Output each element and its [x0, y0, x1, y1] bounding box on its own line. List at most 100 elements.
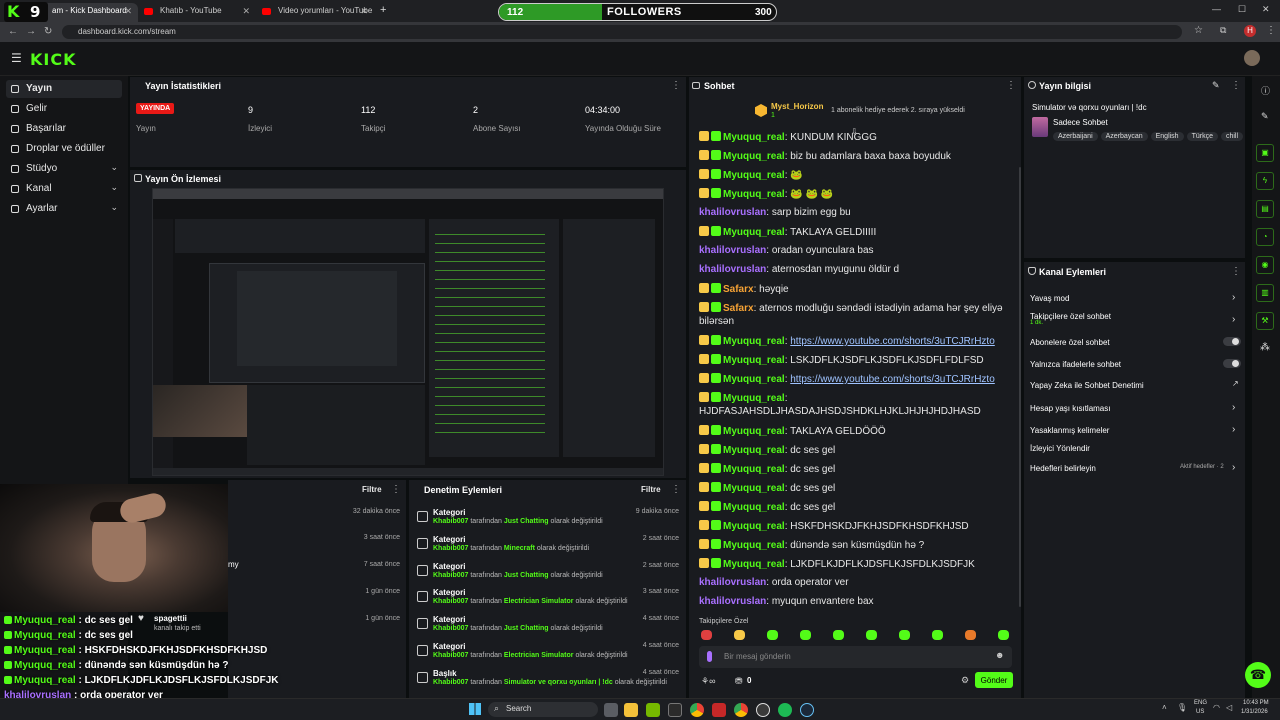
- chat-message[interactable]: Myuquq_real: dc ses gel: [699, 501, 1019, 513]
- spotify-icon[interactable]: [778, 703, 792, 717]
- volume-icon[interactable]: ◁: [1226, 703, 1232, 712]
- chat-username[interactable]: Myuquq_real: [723, 521, 785, 532]
- stream-preview-video[interactable]: [152, 188, 664, 476]
- obs-icon[interactable]: [756, 703, 770, 717]
- help-chat-button[interactable]: ☎: [1245, 662, 1271, 688]
- chat-message[interactable]: Myuquq_real: KUNDUM KINGGG: [699, 131, 1019, 143]
- wifi-icon[interactable]: ◠: [1213, 703, 1220, 712]
- filter-button[interactable]: Filtre: [641, 485, 661, 494]
- extensions-icon[interactable]: ⧉: [1220, 25, 1226, 36]
- task-view-icon[interactable]: [604, 703, 618, 717]
- emote-icon[interactable]: [866, 630, 877, 640]
- chevron-down-icon[interactable]: ⌄: [110, 202, 118, 213]
- steam-icon[interactable]: [800, 703, 814, 717]
- chat-message[interactable]: khalilovruslan: sarp bizim egg bu: [699, 207, 1019, 218]
- chat-text[interactable]: https://www.youtube.com/shorts/3uTCJRrHz…: [790, 374, 995, 385]
- chat-message[interactable]: Myuquq_real: HSKFDHSKDJFKHJSDFKHSDFKHJSD: [699, 520, 1019, 532]
- info-circle-icon[interactable]: ⓘ: [1261, 84, 1270, 97]
- new-tab-button[interactable]: +: [380, 4, 386, 16]
- chat-bubble-icon[interactable]: ◔: [1256, 228, 1274, 246]
- emote-icon[interactable]: [734, 630, 745, 640]
- chat-message[interactable]: khalilovruslan: myuqun envantere bax: [699, 596, 1019, 607]
- moderation-rail-icon[interactable]: ▣: [1256, 144, 1274, 162]
- action-raid[interactable]: İzleyici Yönlendir: [1030, 444, 1090, 453]
- chat-message[interactable]: Myuquq_real: https://www.youtube.com/sho…: [699, 373, 1019, 385]
- chat-message[interactable]: Myuquq_real: dc ses gel: [699, 463, 1019, 475]
- close-tab-icon[interactable]: ✕: [124, 6, 132, 17]
- chat-message[interactable]: Myuquq_real: LJKDFLKJDFLKJDSFLKJSFDLKJSD…: [699, 558, 1019, 570]
- chevron-right-icon[interactable]: ›: [1232, 292, 1235, 303]
- emote-icon[interactable]: [965, 630, 976, 640]
- chat-username[interactable]: Safarx: [723, 284, 754, 295]
- chat-username[interactable]: Myuquq_real: [723, 189, 785, 200]
- close-tab-icon[interactable]: ✕: [360, 6, 368, 17]
- chat-message[interactable]: Myuquq_real: TAKLAYA GELDIIIII: [699, 226, 1019, 238]
- chat-message[interactable]: Myuquq_real: dc ses gel: [699, 482, 1019, 494]
- chat-username[interactable]: khalilovruslan: [699, 596, 766, 607]
- maximize-icon[interactable]: ☐: [1238, 4, 1246, 15]
- chat-username[interactable]: Myuquq_real: [723, 170, 785, 181]
- chat-scrollbar[interactable]: [1019, 167, 1021, 607]
- action-slow-mode[interactable]: Yavaş mod: [1030, 294, 1069, 303]
- terminal-icon[interactable]: [668, 703, 682, 717]
- taskbar-search[interactable]: ⌕ Search: [488, 702, 598, 717]
- action-set-goals[interactable]: Hedefleri belirleyin: [1030, 464, 1096, 473]
- kick-logo[interactable]: KICK: [30, 50, 77, 69]
- chat-text[interactable]: https://www.youtube.com/shorts/3uTCJRrHz…: [790, 336, 995, 347]
- close-window-icon[interactable]: ✕: [1262, 4, 1270, 15]
- edit-pencil-icon[interactable]: ✎: [1261, 111, 1269, 122]
- sidebar-item-studyo[interactable]: Stüdyo ⌄: [6, 160, 122, 178]
- sidebar-item-ayarlar[interactable]: Ayarlar ⌄: [6, 200, 122, 218]
- send-button[interactable]: Gönder: [975, 672, 1013, 688]
- sidebar-item-droplar[interactable]: Droplar ve ödüller: [6, 140, 122, 158]
- close-tab-icon[interactable]: ✕: [242, 6, 250, 17]
- language-code[interactable]: ENG: [1194, 700, 1207, 706]
- more-options-icon[interactable]: ⋮: [1231, 80, 1241, 91]
- windows-start-icon[interactable]: [469, 703, 481, 715]
- chat-username[interactable]: Safarx: [723, 303, 754, 314]
- chevron-right-icon[interactable]: ›: [1232, 424, 1235, 435]
- filter-button[interactable]: Filtre: [362, 485, 382, 494]
- more-options-icon[interactable]: ⋮: [1231, 266, 1241, 277]
- sidebar-item-basarilar[interactable]: Başarılar: [6, 120, 122, 138]
- tag-chip[interactable]: chill: [1220, 132, 1243, 141]
- action-subscribers-only[interactable]: Abonelere özel sohbet: [1030, 338, 1110, 347]
- chat-username[interactable]: Myuquq_real: [723, 393, 785, 404]
- chat-settings-icon[interactable]: ⚙: [961, 675, 969, 686]
- emotes-only-toggle[interactable]: [1223, 359, 1241, 368]
- clock-time[interactable]: 10:43 PM: [1243, 700, 1269, 706]
- action-account-age[interactable]: Hesap yaşı kısıtlaması: [1030, 404, 1110, 413]
- browser-menu-icon[interactable]: ⋮: [1266, 25, 1276, 36]
- chrome-alt-icon[interactable]: [734, 703, 748, 717]
- tag-chip[interactable]: Azerbaycan: [1100, 132, 1148, 141]
- chrome-icon[interactable]: [690, 703, 704, 717]
- chevron-right-icon[interactable]: ›: [1232, 314, 1235, 325]
- chat-username[interactable]: Myuquq_real: [723, 336, 785, 347]
- media-app-icon[interactable]: [712, 703, 726, 717]
- chat-username[interactable]: Myuquq_real: [723, 445, 785, 456]
- tab-youtube-studio[interactable]: Video yorumları - YouTube Stu ✕: [256, 3, 374, 22]
- hamburger-menu-icon[interactable]: ☰: [11, 51, 22, 65]
- emote-icon[interactable]: [800, 630, 811, 640]
- forward-icon[interactable]: →: [26, 26, 36, 37]
- lightning-icon[interactable]: ϟ: [1256, 172, 1274, 190]
- chevron-down-icon[interactable]: ⌄: [110, 182, 118, 193]
- chat-input[interactable]: Bir mesaj gönderin ☻: [699, 646, 1012, 668]
- chat-username[interactable]: khalilovruslan: [699, 264, 766, 275]
- edit-pencil-icon[interactable]: ✎: [1212, 80, 1220, 91]
- chat-message[interactable]: khalilovruslan: aternosdan myugunu öldür…: [699, 264, 1019, 275]
- emote-icon[interactable]: [767, 630, 778, 640]
- emote-icon[interactable]: [932, 630, 943, 640]
- chat-username[interactable]: Myuquq_real: [723, 540, 785, 551]
- action-emotes-only[interactable]: Yalnızca ifadelerle sohbet: [1030, 360, 1121, 369]
- chat-message[interactable]: Myuquq_real: dünəndə sən küsmüşdün hə ?: [699, 539, 1019, 551]
- chat-username[interactable]: Myuquq_real: [723, 151, 785, 162]
- chat-message[interactable]: Myuquq_real: 🐸 🐸 🐸: [699, 188, 1019, 200]
- minimize-icon[interactable]: —: [1212, 4, 1221, 14]
- sidebar-item-yayin[interactable]: Yayın: [6, 80, 122, 98]
- sidebar-item-gelir[interactable]: Gelir: [6, 100, 122, 118]
- back-icon[interactable]: ←: [8, 26, 18, 37]
- chat-username[interactable]: Myuquq_real: [723, 559, 785, 570]
- tag-chip[interactable]: Türkçe: [1186, 132, 1218, 141]
- chat-message[interactable]: Safarx: aternos modluğu səndədi istədiyi…: [699, 302, 1019, 314]
